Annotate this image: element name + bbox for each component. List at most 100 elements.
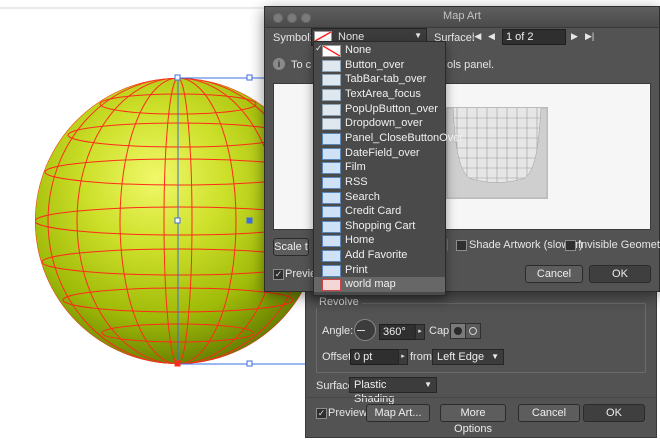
revolve-preview-checkbox[interactable]: ✓ [316, 408, 327, 419]
chevron-down-icon: ▼ [491, 352, 499, 361]
symbol-menu-item-label: Panel_CloseButtonOver [345, 131, 464, 144]
map-art-titlebar[interactable]: Map Art [265, 7, 659, 28]
symbol-menu-item[interactable]: Credit Card [314, 204, 445, 219]
from-value: Left Edge [437, 351, 485, 363]
symbol-menu-item-label: DateField_over [345, 146, 420, 159]
symbol-menu: ✓ None Button_over TabBar-tab_over TextArea_… [313, 41, 463, 296]
symbol-menu-item[interactable]: RSS [314, 175, 445, 190]
add-favorite-icon [322, 250, 341, 263]
symbol-menu-item-label: Print [345, 263, 368, 276]
symbol-menu-item-label: Add Favorite [345, 249, 408, 262]
symbol-menu-item[interactable]: DateField_over [314, 146, 445, 161]
chevron-down-icon: ▼ [414, 31, 422, 40]
symbol-menu-item[interactable]: Shopping Cart [314, 219, 445, 234]
divider [306, 397, 656, 398]
symbol-menu-item-label: Film [345, 161, 366, 174]
anchor-handle[interactable] [246, 74, 253, 81]
previous-surface-icon[interactable]: ◀ [488, 31, 495, 42]
angle-label: Angle: [322, 325, 354, 337]
surface-dropdown[interactable]: Plastic Shading ▼ [349, 377, 437, 405]
offset-field[interactable]: 0 pt [350, 349, 400, 365]
cap-on-button[interactable] [450, 323, 466, 339]
world-map-icon [322, 279, 341, 292]
anchor-handle[interactable] [174, 217, 181, 224]
next-surface-icon[interactable]: ▶ [571, 31, 578, 42]
symbol-menu-item-label: TabBar-tab_over [345, 73, 427, 86]
last-surface-icon[interactable]: ▶| [585, 31, 594, 42]
rss-icon [322, 176, 341, 189]
anchor-handle[interactable] [174, 360, 181, 367]
symbol-menu-item-label: world map [345, 278, 396, 291]
surface-value: Plastic Shading [354, 379, 395, 405]
symbol-menu-item[interactable]: world map [314, 277, 445, 292]
revolve-section-title: Revolve [316, 296, 362, 308]
cap-label: Cap: [429, 325, 453, 337]
cap-off-button[interactable] [465, 323, 481, 339]
angle-stepper[interactable]: ▸ [415, 324, 425, 340]
symbol-menu-item-label: TextArea_focus [345, 87, 421, 100]
search-icon [322, 191, 341, 204]
from-dropdown[interactable]: Left Edge ▼ [432, 349, 504, 365]
invisible-geometry-checkbox[interactable] [565, 240, 576, 251]
anchor-handle[interactable] [246, 217, 253, 224]
symbol-label: Symbol: [273, 32, 313, 44]
revolve-options-dialog: Revolve Angle: 360° ▸ Cap: Offset: 0 pt … [305, 288, 657, 438]
close-symbol-icon [322, 132, 341, 145]
symbol-menu-item[interactable]: Panel_CloseButtonOver [314, 131, 463, 146]
cap-off-icon [469, 327, 477, 335]
symbol-menu-item[interactable]: PopUpButton_over [314, 102, 445, 117]
revolve-cancel-button[interactable]: Cancel [518, 404, 580, 422]
anchor-handle[interactable] [246, 360, 253, 367]
textarea-symbol-icon [322, 88, 341, 101]
symbol-menu-item-label: Button_over [345, 58, 405, 71]
symbol-menu-item[interactable]: Button_over [314, 58, 445, 73]
map-art-ok-button[interactable]: OK [589, 265, 651, 283]
shopping-cart-icon [322, 220, 341, 233]
chevron-down-icon: ▼ [424, 380, 432, 389]
info-text-end: ols panel. [447, 59, 495, 71]
symbol-menu-item-label: Shopping Cart [345, 219, 416, 232]
from-label: from [410, 351, 432, 363]
dropdown-symbol-icon [322, 118, 341, 131]
symbol-menu-item[interactable]: TextArea_focus [314, 87, 445, 102]
first-surface-icon[interactable]: |◀ [472, 31, 481, 42]
more-options-button[interactable]: More Options [440, 404, 506, 435]
shade-artwork-checkbox[interactable] [456, 240, 467, 251]
revolve-ok-button[interactable]: OK [583, 404, 645, 422]
angle-dial[interactable] [354, 319, 376, 341]
home-icon [322, 235, 341, 248]
symbol-menu-item[interactable]: Dropdown_over [314, 116, 445, 131]
symbol-menu-item[interactable]: TabBar-tab_over [314, 72, 445, 87]
symbol-menu-item[interactable]: Film [314, 160, 445, 175]
tab-symbol-icon [322, 74, 341, 87]
invisible-geometry-label: Invisible Geometry [578, 239, 660, 251]
map-art-cancel-button[interactable]: Cancel [525, 265, 583, 283]
symbol-menu-item-label: None [345, 44, 372, 56]
anchor-handle[interactable] [174, 74, 181, 81]
symbol-menu-item[interactable]: Add Favorite [314, 248, 445, 263]
surface-field[interactable]: 1 of 2 [502, 29, 566, 45]
symbol-menu-item-label: Home [345, 234, 375, 247]
info-icon: i [273, 58, 285, 70]
symbol-menu-item-label: Search [345, 190, 380, 203]
none-swatch-icon [322, 45, 341, 57]
symbol-menu-item[interactable]: Search [314, 190, 445, 205]
map-art-preview-checkbox[interactable]: ✓ [273, 269, 284, 280]
offset-stepper[interactable]: ▸ [398, 349, 408, 365]
symbol-menu-item-label: RSS [345, 175, 368, 188]
datefield-symbol-icon [322, 147, 341, 160]
divider [447, 239, 448, 251]
map-art-title: Map Art [443, 10, 481, 22]
scale-to-fit-button[interactable]: Scale t [273, 238, 309, 256]
symbol-menu-item-label: Dropdown_over [345, 117, 423, 130]
print-icon [322, 264, 341, 277]
cap-on-icon [454, 327, 462, 335]
symbol-menu-item-label: Credit Card [345, 205, 402, 218]
symbol-menu-item[interactable]: Home [314, 233, 445, 248]
surface-grid [446, 107, 548, 199]
symbol-menu-item[interactable]: ✓ None [314, 43, 445, 58]
film-icon [322, 162, 341, 175]
map-art-button[interactable]: Map Art... [366, 404, 430, 422]
symbol-menu-item[interactable]: Print [314, 263, 445, 278]
symbol-menu-item-label: PopUpButton_over [345, 102, 438, 115]
